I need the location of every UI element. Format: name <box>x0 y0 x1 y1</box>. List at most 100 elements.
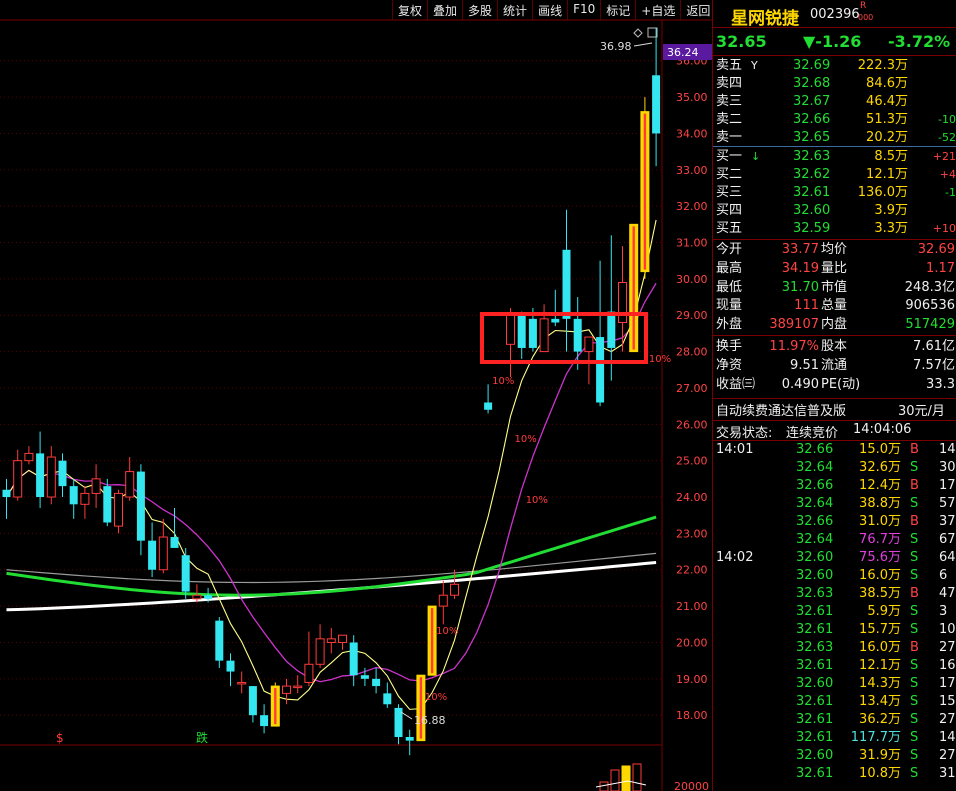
orderbook-row[interactable]: 买一 ↓ 32.63 8.5万 +21 <box>713 148 956 166</box>
toolbar-button[interactable]: 标记 <box>600 0 635 20</box>
toolbar-button[interactable]: 统计 <box>497 0 532 20</box>
stat-row: 今开 33.77 均价 32.69 <box>713 241 956 259</box>
orderbook-row[interactable]: 买五 32.59 3.3万 +10 <box>713 220 956 238</box>
orderbook-label: 卖四 <box>716 76 743 91</box>
y-tick-label: 26.00 <box>676 418 708 431</box>
stat-label: 量比 <box>821 260 848 276</box>
y-tick-label: 35.00 <box>676 91 708 104</box>
orderbook-row[interactable]: 买三 32.61 136.0万 -1 <box>713 184 956 202</box>
toolbar-button[interactable]: 叠加 <box>427 0 462 20</box>
candle-body <box>405 737 414 741</box>
tick-row[interactable]: 32.66 31.0万 B 37 <box>713 513 956 531</box>
orderbook-volume: 8.5万 <box>874 149 908 164</box>
tick-row[interactable]: 32.60 31.9万 S 27 <box>713 747 956 765</box>
tick-row[interactable]: 32.60 16.0万 S 6 <box>713 567 956 585</box>
limit-up-label: 10% <box>436 626 458 637</box>
stat-row: 最低 31.70 市值 248.3亿 <box>713 279 956 297</box>
candle-body <box>372 678 381 687</box>
tick-price: 32.64 <box>796 496 834 511</box>
tick-row[interactable]: 32.64 76.7万 S 67 <box>713 531 956 549</box>
stat-row: 换手 11.97% 股本 7.61亿 <box>713 338 956 356</box>
candle-body <box>643 113 647 270</box>
toolbar-button[interactable]: 返回 <box>680 0 715 20</box>
tick-price: 32.63 <box>796 640 834 655</box>
candle-body <box>237 681 247 685</box>
tick-row[interactable]: 32.63 16.0万 B 27 <box>713 639 956 657</box>
orderbook-row[interactable]: 卖三 32.67 46.4万 <box>713 93 956 111</box>
diamond-icon <box>633 28 643 38</box>
tick-row[interactable]: 14:02 32.60 75.6万 S 64 <box>713 549 956 567</box>
tick-count: 3 <box>939 604 948 619</box>
stat-label: 收益㈢ <box>716 376 756 392</box>
tick-price: 32.66 <box>796 442 834 457</box>
low-price-label: 16.88 <box>414 714 446 727</box>
candle-body <box>170 537 179 548</box>
tick-side: S <box>910 676 919 691</box>
orderbook-row[interactable]: 卖五 Y 32.69 222.3万 <box>713 57 956 75</box>
tick-row[interactable]: 32.64 38.8万 S 57 <box>713 495 956 513</box>
y-tick-label: 28.00 <box>676 346 708 359</box>
tick-price: 32.61 <box>796 694 834 709</box>
tick-row[interactable]: 32.61 117.7万 S 148 <box>713 729 956 747</box>
orderbook-row[interactable]: 买二 32.62 12.1万 +4 <box>713 166 956 184</box>
tick-price: 32.61 <box>796 712 834 727</box>
tick-price: 32.64 <box>796 460 834 475</box>
orderbook-label: 买三 <box>716 185 743 200</box>
orderbook-price: 32.66 <box>793 112 831 127</box>
orderbook-label: 卖一 <box>716 130 743 145</box>
limit-up-label: 10% <box>515 434 537 445</box>
toolbar-button[interactable]: +自选 <box>635 0 680 20</box>
candle-body <box>103 486 112 523</box>
tick-row[interactable]: 32.61 12.1万 S 16 <box>713 657 956 675</box>
candle-body <box>158 536 168 571</box>
stat-value: 389107 <box>769 317 819 333</box>
price-change: ▼-1.26 <box>803 32 862 51</box>
tick-row[interactable]: 32.61 5.9万 S 3 <box>713 603 956 621</box>
orderbook-label: 卖二 <box>716 112 743 127</box>
orderbook-row[interactable]: 卖一 32.65 20.2万 -52 <box>713 129 956 147</box>
tick-row[interactable]: 32.61 15.7万 S 10 <box>713 621 956 639</box>
stat-label: 内盘 <box>821 317 848 333</box>
tick-row[interactable]: 32.60 14.3万 S 17 <box>713 675 956 693</box>
tick-row[interactable]: 32.66 12.4万 B 17 <box>713 477 956 495</box>
tick-row[interactable]: 14:01 32.66 15.0万 B 14 <box>713 441 956 459</box>
toolbar-button[interactable]: 复权 <box>392 0 427 20</box>
toolbar: 复权 叠加 多股 统计 画线 F10 标记 +自选 返回 <box>392 0 715 20</box>
orderbook-row[interactable]: 卖二 32.66 51.3万 -10 <box>713 111 956 129</box>
tick-price: 32.60 <box>796 550 834 565</box>
stat-label: 流通 <box>821 357 848 373</box>
orderbook-row[interactable]: 卖四 32.68 84.6万 <box>713 75 956 93</box>
stat-value: 31.70 <box>781 279 819 295</box>
tick-row[interactable]: 32.63 38.5万 B 47 <box>713 585 956 603</box>
y-tick-label: 21.00 <box>676 600 708 613</box>
orderbook-row[interactable]: 买四 32.60 3.9万 <box>713 202 956 220</box>
candle-body <box>304 663 314 683</box>
orderbook-volume: 3.3万 <box>874 221 908 236</box>
y-tick-label: 29.00 <box>676 309 708 322</box>
kline-chart[interactable]: 36.0035.0034.0033.0032.0031.0030.0029.00… <box>0 0 712 791</box>
stock-name: 星网锐捷 <box>731 9 799 29</box>
toolbar-button[interactable]: 多股 <box>462 0 497 20</box>
price-change-pct: -3.72% <box>888 32 951 51</box>
tick-count: 57 <box>939 496 956 511</box>
y-tick-label: 32.00 <box>676 200 708 213</box>
tick-row[interactable]: 32.61 36.2万 S 27 <box>713 711 956 729</box>
stat-value: 111 <box>794 298 819 314</box>
candle-body <box>148 540 157 570</box>
toolbar-button[interactable]: 画线 <box>532 0 567 20</box>
orderbook-mark: Y <box>751 59 758 72</box>
stat-value: 34.19 <box>781 260 819 276</box>
promo-price[interactable]: 30元/月 <box>898 400 945 419</box>
promo-text[interactable]: 自动续费通达信普及版 <box>716 400 846 419</box>
tick-row[interactable]: 32.61 10.8万 S 31 <box>713 765 956 783</box>
candle-body <box>349 642 358 676</box>
toolbar-button[interactable]: F10 <box>567 0 600 20</box>
candle-body <box>419 677 423 739</box>
orderbook-volume: 222.3万 <box>857 58 908 73</box>
stat-value: 7.61亿 <box>913 339 955 354</box>
tick-count: 37 <box>939 514 956 529</box>
tick-row[interactable]: 32.64 32.6万 S 30 <box>713 459 956 477</box>
y-tick-label: 27.00 <box>676 382 708 395</box>
tick-row[interactable]: 32.61 13.4万 S 15 <box>713 693 956 711</box>
candle-body <box>517 315 526 348</box>
